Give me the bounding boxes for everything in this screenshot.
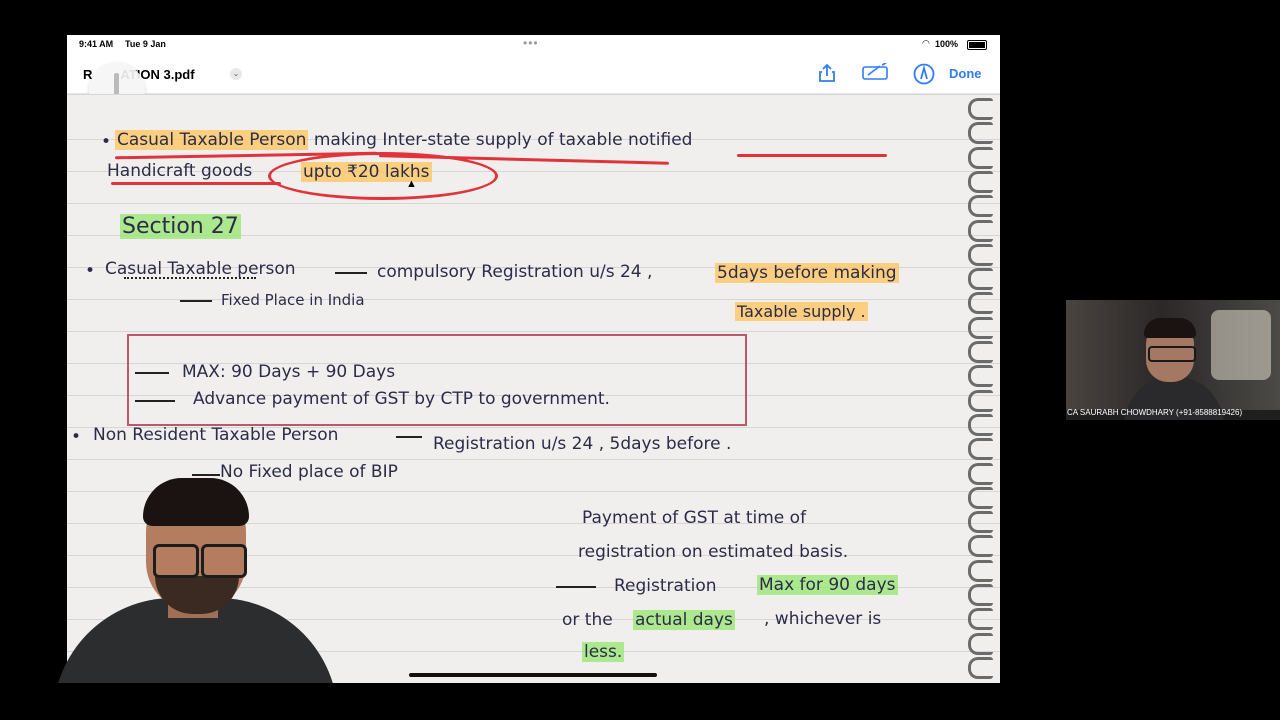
bullet-dot-3: • — [71, 427, 82, 447]
status-time: 9:41 AM — [79, 39, 114, 49]
spiral-ring — [968, 462, 993, 485]
spiral-ring — [968, 219, 993, 242]
less: less. — [582, 642, 625, 662]
status-date: Tue 9 Jan — [125, 39, 166, 49]
participant-name: CA SAURABH CHOWDHARY (+91-8588819426) — [1067, 408, 1243, 417]
multitask-dots-icon[interactable]: ••• — [523, 36, 539, 50]
spiral-ring — [968, 243, 993, 266]
spiral-ring — [968, 122, 993, 145]
arrow-7 — [556, 586, 596, 588]
red-underline-4 — [111, 182, 281, 185]
chevron-down-icon[interactable]: ⌄ — [230, 68, 242, 80]
nonres-label: Non Resident Taxable Person — [93, 425, 339, 445]
spiral-ring — [968, 268, 993, 291]
hw-taxable-notified: taxable notified — [559, 130, 693, 150]
box-line2: Advance payment of GST by CTP to governm… — [193, 389, 610, 409]
webcam-hair — [1144, 318, 1196, 338]
casual-highlight: 5days before making — [715, 263, 899, 283]
arrow-2 — [180, 300, 212, 302]
presenter-video-overlay — [43, 478, 340, 683]
spiral-ring — [968, 413, 993, 436]
presenter-hair — [143, 478, 249, 526]
status-bar: 9:41 AM Tue 9 Jan ••• ◠ 100% — [67, 35, 1000, 55]
hw-casual: Casual Taxable Person — [115, 130, 309, 150]
webcam-lamp — [1211, 310, 1271, 380]
spiral-ring — [968, 656, 993, 679]
box-line1: MAX: 90 Days + 90 Days — [182, 362, 396, 382]
spiral-binding — [966, 94, 996, 683]
bullet-dot: • — [101, 132, 112, 152]
spiral-ring — [968, 584, 993, 606]
arrow-4 — [135, 400, 175, 402]
arrow-5 — [396, 436, 422, 438]
bullet-dot-2: • — [85, 261, 96, 281]
presenter-glasses — [151, 544, 247, 578]
battery-icon — [967, 40, 987, 50]
webcam-glasses — [1148, 346, 1196, 362]
pointer-cursor-icon: ▲ — [406, 178, 417, 190]
fixed-place: Fixed Place in India — [221, 291, 365, 309]
hw-making: making — [313, 130, 377, 150]
reg-pre: Registration — [614, 576, 717, 596]
payment-line1: Payment of GST at time of — [582, 508, 807, 528]
spiral-ring — [968, 438, 993, 461]
bullet1-line2-pre: Handicraft goods — [107, 161, 253, 181]
payment-line2: registration on estimated basis. — [578, 542, 849, 562]
spiral-ring — [968, 511, 993, 534]
spiral-ring — [968, 535, 993, 558]
or-the: or the — [562, 610, 613, 630]
home-indicator[interactable] — [409, 673, 657, 677]
spiral-ring — [968, 316, 993, 339]
spiral-ring — [968, 170, 993, 193]
pencil-circle-icon[interactable] — [912, 63, 936, 85]
arrow-1 — [335, 272, 367, 274]
share-icon[interactable] — [815, 63, 839, 85]
reg-highlight: Max for 90 days — [757, 575, 898, 595]
spiral-ring — [968, 389, 993, 412]
spiral-ring — [968, 98, 993, 120]
taxable-supply: Taxable supply . — [735, 302, 868, 321]
spiral-ring — [968, 632, 993, 655]
spiral-ring — [968, 365, 993, 388]
battery-percent: 100% — [935, 39, 959, 49]
section-heading: Section 27 — [120, 214, 241, 239]
done-button[interactable]: Done — [949, 66, 982, 81]
spiral-ring — [968, 341, 993, 363]
casual-rest: compulsory Registration u/s 24 , — [377, 262, 653, 282]
red-underline-3 — [737, 154, 887, 157]
spiral-ring — [968, 292, 993, 315]
wifi-icon: ◠ — [922, 38, 930, 48]
bullet1-line1: Casual Taxable Person making Inter-state… — [115, 130, 692, 150]
pdf-toolbar: R ATION 3.pdf ⌄ Done — [67, 55, 1000, 94]
spiral-ring — [968, 195, 993, 218]
arrow-6 — [192, 474, 220, 476]
arrow-3 — [135, 372, 169, 374]
spiral-ring — [968, 486, 993, 509]
spiral-ring — [968, 559, 993, 582]
nonres-rest: Registration u/s 24 , 5days before . — [433, 434, 732, 454]
actual-days: actual days — [633, 610, 735, 630]
spiral-ring — [968, 608, 993, 631]
whichever: , whichever is — [764, 609, 882, 629]
casual-label: Casual Taxable person — [105, 259, 296, 279]
spiral-ring — [968, 146, 993, 169]
participant-video-tile[interactable]: CA SAURABH CHOWDHARY (+91-8588819426) — [1066, 300, 1280, 420]
markup-icon[interactable] — [860, 62, 890, 85]
hw-interstate: Inter-state supply of — [382, 130, 554, 150]
